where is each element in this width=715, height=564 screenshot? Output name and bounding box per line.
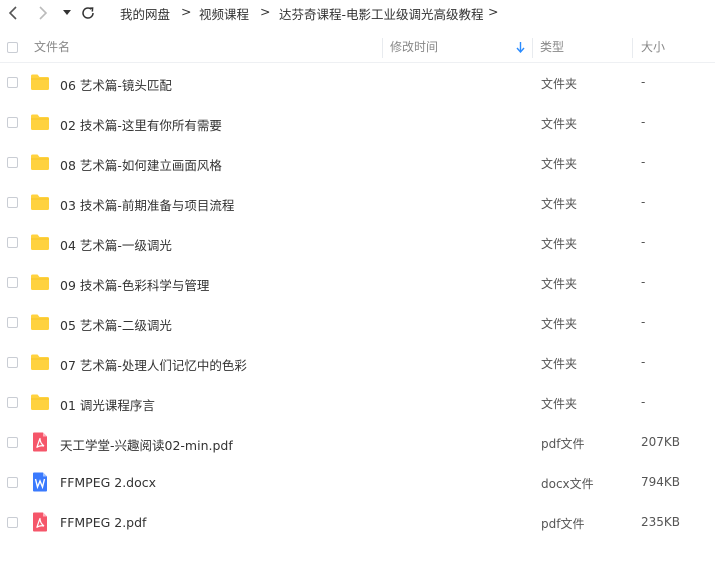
row-checkbox[interactable] [7,77,18,88]
folder-icon [30,153,50,175]
file-name[interactable]: 04 艺术篇-一级调光 [60,235,172,254]
file-row[interactable]: 07 艺术篇-处理人们记忆中的色彩 文件夹 - [0,343,715,383]
file-size: - [641,235,646,249]
file-row[interactable]: 09 技术篇-色彩科学与管理 文件夹 - [0,263,715,303]
file-type: 文件夹 [541,317,578,331]
chevron-right-icon [39,6,48,20]
file-size: 207KB [641,435,681,449]
file-name[interactable]: 02 技术篇-这里有你所有需要 [60,115,222,134]
sort-descending-icon[interactable] [516,42,525,53]
folder-icon [30,73,50,95]
refresh-button[interactable] [78,2,98,24]
file-type: docx文件 [541,477,594,491]
file-row[interactable]: 05 艺术篇-二级调光 文件夹 - [0,303,715,343]
row-checkbox[interactable] [7,397,18,408]
file-size: - [641,275,646,289]
file-size: 794KB [641,475,681,489]
row-checkbox[interactable] [7,117,18,128]
file-row[interactable]: FFMPEG 2.pdf pdf文件 235KB [0,503,715,543]
row-checkbox[interactable] [7,437,18,448]
back-button[interactable] [4,2,24,24]
folder-icon [30,393,50,415]
file-type: 文件夹 [541,357,578,371]
column-divider[interactable] [382,38,383,58]
pdf-file-icon [32,512,48,536]
file-row[interactable]: FFMPEG 2.docx docx文件 794KB [0,463,715,503]
file-name[interactable]: FFMPEG 2.docx [60,475,156,490]
row-checkbox[interactable] [7,277,18,288]
file-name[interactable]: 05 艺术篇-二级调光 [60,315,172,334]
file-size: - [641,75,646,89]
breadcrumb-item-my-drive[interactable]: 我的网盘 [120,4,170,23]
file-size: - [641,315,646,329]
row-checkbox[interactable] [7,317,18,328]
file-list-header: 文件名 修改时间 类型 大小 [0,33,715,63]
file-size: - [641,395,646,409]
row-checkbox[interactable] [7,477,18,488]
file-type: 文件夹 [541,397,578,411]
row-checkbox[interactable] [7,237,18,248]
column-header-type[interactable]: 类型 [540,33,564,62]
file-row[interactable]: 04 艺术篇-一级调光 文件夹 - [0,223,715,263]
file-row[interactable]: 08 艺术篇-如何建立画面风格 文件夹 - [0,143,715,183]
file-type: pdf文件 [541,517,585,531]
file-size: - [641,115,646,129]
breadcrumb-separator: > [181,4,192,19]
file-size: - [641,195,646,209]
file-type: 文件夹 [541,117,578,131]
row-checkbox[interactable] [7,157,18,168]
forward-button[interactable] [32,2,52,24]
column-header-modified[interactable]: 修改时间 [390,33,438,62]
row-checkbox[interactable] [7,197,18,208]
file-name[interactable]: FFMPEG 2.pdf [60,515,146,530]
file-size: - [641,355,646,369]
file-size: 235KB [641,515,681,529]
file-size: - [641,155,646,169]
history-dropdown-button[interactable] [60,2,74,24]
file-name[interactable]: 01 调光课程序言 [60,395,155,414]
file-name[interactable]: 09 技术篇-色彩科学与管理 [60,275,209,294]
column-header-size[interactable]: 大小 [641,33,665,62]
row-checkbox[interactable] [7,357,18,368]
file-row[interactable]: 天工学堂-兴趣阅读02-min.pdf pdf文件 207KB [0,423,715,463]
navigation-bar: 我的网盘 > 视频课程 > 达芬奇课程-电影工业级调光高级教程 > [0,0,715,26]
breadcrumb-separator: > [260,4,271,19]
file-type: 文件夹 [541,77,578,91]
breadcrumb-separator: > [488,4,499,19]
file-name[interactable]: 07 艺术篇-处理人们记忆中的色彩 [60,355,247,374]
breadcrumb-item-video-courses[interactable]: 视频课程 [199,4,249,23]
file-row[interactable]: 06 艺术篇-镜头匹配 文件夹 - [0,63,715,103]
file-name[interactable]: 08 艺术篇-如何建立画面风格 [60,155,222,174]
file-type: 文件夹 [541,277,578,291]
file-row[interactable]: 01 调光课程序言 文件夹 - [0,383,715,423]
select-all-checkbox[interactable] [7,42,18,53]
folder-icon [30,193,50,215]
caret-down-icon [63,10,71,15]
column-divider[interactable] [632,38,633,58]
file-type: 文件夹 [541,157,578,171]
folder-icon [30,273,50,295]
word-file-icon [32,472,48,496]
file-row[interactable]: 02 技术篇-这里有你所有需要 文件夹 - [0,103,715,143]
folder-icon [30,313,50,335]
folder-icon [30,353,50,375]
file-type: 文件夹 [541,197,578,211]
file-type: pdf文件 [541,437,585,451]
file-type: 文件夹 [541,237,578,251]
breadcrumb-item-current-folder[interactable]: 达芬奇课程-电影工业级调光高级教程 [279,4,484,23]
row-checkbox[interactable] [7,517,18,528]
file-name[interactable]: 天工学堂-兴趣阅读02-min.pdf [60,435,233,454]
file-row[interactable]: 03 技术篇-前期准备与项目流程 文件夹 - [0,183,715,223]
file-name[interactable]: 03 技术篇-前期准备与项目流程 [60,195,234,214]
column-divider[interactable] [532,38,533,58]
folder-icon [30,233,50,255]
file-name[interactable]: 06 艺术篇-镜头匹配 [60,75,172,94]
chevron-left-icon [8,6,17,20]
refresh-icon [82,7,94,19]
pdf-file-icon [32,432,48,456]
folder-icon [30,113,50,135]
column-header-name[interactable]: 文件名 [34,33,70,62]
